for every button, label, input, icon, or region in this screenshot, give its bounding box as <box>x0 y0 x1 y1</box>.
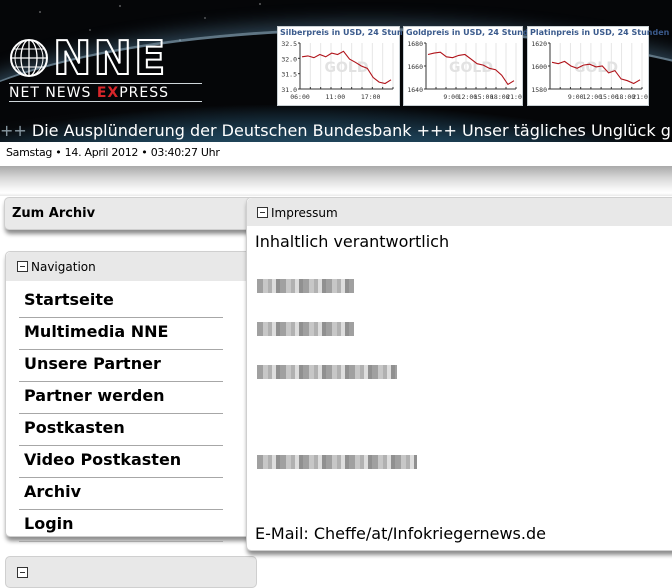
archive-button[interactable]: Zum Archiv <box>4 197 257 230</box>
logo-rule-top <box>9 83 202 84</box>
impressum-header[interactable]: Impressum <box>247 198 672 226</box>
watermark: GOLD <box>325 60 369 76</box>
tagline-highlight: EX <box>96 85 120 101</box>
silver-price-chart[interactable]: Silberpreis in USD, 24 Stunden GOLD 32.5 3… <box>277 26 419 106</box>
chart-plot: GOLD1620160015809:0012:0015:0018:0021:00 <box>531 40 648 101</box>
platinum-price-chart[interactable]: Platinpreis in USD, 24 Stunden GOLD 1620 1… <box>527 26 669 106</box>
impressum-heading: Inhaltlich verantwortlich <box>255 232 450 251</box>
current-date-time: Samstag • 14. April 2012 • 03:40:27 Uhr <box>6 146 220 159</box>
redacted-name <box>257 279 354 293</box>
nav-item-label[interactable]: Video Postkasten <box>24 450 181 469</box>
chart-title: Goldpreis in USD, 24 Stunden <box>406 28 540 37</box>
header-shadow-divider <box>0 166 672 196</box>
x-tick-label: 21:00 <box>632 93 648 101</box>
redacted-city <box>257 365 397 379</box>
redacted-street <box>257 322 354 336</box>
y-tick-label: 1620 <box>531 40 547 48</box>
chart-plot: GOLD1680166016409:0012:0015:0018:0021:00 <box>407 40 522 101</box>
navigation-panel: Navigation Startseite Multimedia NNE Uns… <box>5 251 257 542</box>
nav-item-postkasten[interactable]: Postkasten <box>19 414 223 446</box>
y-tick-label: 31.5 <box>281 71 297 79</box>
navigation-title: Navigation <box>31 260 96 274</box>
collapse-icon[interactable] <box>17 567 28 578</box>
nav-item-video-postkasten[interactable]: Video Postkasten <box>19 446 223 478</box>
watermark: GOLD <box>449 60 493 76</box>
navigation-list: Startseite Multimedia NNE Unsere Partner… <box>19 286 223 542</box>
redacted-phone <box>257 455 417 469</box>
y-tick-label: 1680 <box>407 40 423 48</box>
logo-wordmark: NNE <box>52 31 168 85</box>
watermark: GOLD <box>574 60 618 76</box>
chart-title: Silberpreis in USD, 24 Stunden <box>280 28 420 37</box>
y-tick-label: 1660 <box>407 63 423 71</box>
logo-rule-bottom <box>9 101 202 102</box>
x-tick-label: 21:00 <box>506 93 522 101</box>
nav-item-label[interactable]: Partner werden <box>24 386 165 405</box>
navigation-header[interactable]: Navigation <box>6 252 256 281</box>
collapsed-panel[interactable] <box>5 556 257 588</box>
news-ticker[interactable]: ++ Die Ausplünderung der Deutschen Bunde… <box>0 119 672 142</box>
date-bar: Samstag • 14. April 2012 • 03:40:27 Uhr <box>0 142 672 165</box>
collapse-icon[interactable] <box>17 261 28 272</box>
impressum-title: Impressum <box>271 206 338 220</box>
impressum-email[interactable]: E-Mail: Cheffe/at/Infokriegernews.de <box>255 524 546 543</box>
nav-item-unsere-partner[interactable]: Unsere Partner <box>19 350 223 382</box>
y-tick-label: 1580 <box>531 86 547 94</box>
chart-plot: GOLD32.532.031.531.006:00 11:00 17:00 <box>281 40 394 101</box>
collapse-icon[interactable] <box>257 207 268 218</box>
nav-item-label[interactable]: Startseite <box>24 290 114 309</box>
logo-tagline: NET NEWS EXPRESS <box>9 85 169 101</box>
x-tick-label: 17:00 <box>361 93 381 101</box>
y-tick-label: 32.5 <box>281 40 297 48</box>
nav-item-label[interactable]: Login <box>24 514 74 533</box>
x-tick-label: 06:00 <box>290 93 310 101</box>
chart-title: Platinpreis in USD, 24 Stunden <box>530 28 670 37</box>
y-tick-label: 32.0 <box>281 55 297 63</box>
globe-icon <box>10 39 48 77</box>
ticker-lead: ++ <box>0 121 27 140</box>
nav-item-startseite[interactable]: Startseite <box>19 286 223 318</box>
nav-item-login[interactable]: Login <box>19 510 223 542</box>
y-tick-label: 1600 <box>531 63 547 71</box>
tagline-part: NET NEWS <box>9 85 97 101</box>
nav-item-label[interactable]: Multimedia NNE <box>24 322 168 341</box>
nav-item-archiv[interactable]: Archiv <box>19 478 223 510</box>
ticker-text[interactable]: Die Ausplünderung der Deutschen Bundesba… <box>27 121 672 140</box>
site-header: NNE NET NEWS EXPRESS Silberpreis in USD,… <box>0 0 672 142</box>
site-logo[interactable]: NNE NET NEWS EXPRESS <box>9 33 204 104</box>
x-tick-label: 11:00 <box>326 93 346 101</box>
tagline-part: PRESS <box>119 85 169 101</box>
nav-item-multimedia[interactable]: Multimedia NNE <box>19 318 223 350</box>
nav-item-label[interactable]: Unsere Partner <box>24 354 161 373</box>
impressum-panel: Impressum Inhaltlich verantwortlich E-Ma… <box>246 197 672 551</box>
y-tick-label: 1640 <box>407 86 423 94</box>
nav-item-partner-werden[interactable]: Partner werden <box>19 382 223 414</box>
nav-item-label[interactable]: Archiv <box>24 482 81 501</box>
nav-item-label[interactable]: Postkasten <box>24 418 125 437</box>
x-tick-label: 9:00 <box>568 93 584 101</box>
gold-price-chart[interactable]: Goldpreis in USD, 24 Stunden GOLD 1680 166… <box>403 26 540 106</box>
archive-label: Zum Archiv <box>12 206 96 221</box>
